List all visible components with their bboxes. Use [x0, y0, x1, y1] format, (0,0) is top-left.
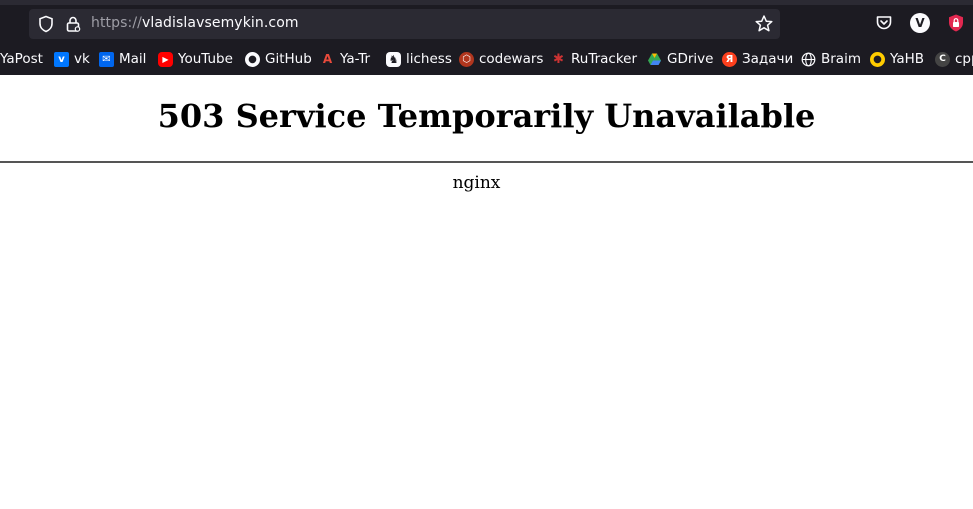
bookmark-vk[interactable]: v vk: [54, 47, 90, 71]
bookmark-label: YaPost: [0, 51, 43, 67]
bookmark-codewars[interactable]: ⬡ codewars: [459, 47, 543, 71]
bookmark-label: Ya-Tr: [340, 51, 371, 67]
bookmark-label: cpp: [955, 51, 973, 67]
divider: [0, 161, 973, 163]
extension-lock-icon[interactable]: [946, 13, 966, 33]
bookmark-label: YaHB: [890, 51, 925, 67]
yahb-icon: ●: [870, 51, 885, 67]
vk-icon: v: [54, 51, 69, 67]
lichess-icon: ♞: [386, 51, 401, 67]
lock-icon[interactable]: [64, 15, 82, 33]
address-bar[interactable]: https://vladislavsemykin.com: [29, 9, 780, 39]
codewars-icon: ⬡: [459, 51, 474, 67]
bookmark-github[interactable]: ● GitHub: [245, 47, 312, 71]
bookmark-mail[interactable]: ✉ Mail: [99, 47, 146, 71]
bookmark-yapost[interactable]: YaPost: [0, 47, 43, 71]
bookmark-rutracker[interactable]: ✱ RuTracker: [551, 47, 637, 71]
bookmark-label: lichess: [406, 51, 452, 67]
bookmark-label: GDrive: [667, 51, 714, 67]
url-text[interactable]: https://vladislavsemykin.com: [91, 15, 299, 31]
tab-strip: [0, 0, 973, 5]
bookmark-gdrive[interactable]: GDrive: [647, 47, 713, 71]
bookmark-label: YouTube: [178, 51, 233, 67]
bookmark-label: GitHub: [265, 51, 312, 67]
bookmark-label: Mail: [119, 51, 147, 67]
bookmark-yahb[interactable]: ● YaHB: [870, 47, 924, 71]
bookmark-cpp[interactable]: C cpp: [935, 47, 973, 71]
yandex-icon: Я: [722, 51, 737, 67]
pocket-icon[interactable]: [874, 13, 894, 33]
shield-icon[interactable]: [37, 15, 55, 33]
profile-avatar[interactable]: V: [910, 13, 930, 33]
bookmark-label: RuTracker: [571, 51, 638, 67]
url-protocol: https://: [91, 15, 142, 31]
gdrive-icon: [647, 52, 662, 67]
bookmarks-bar: YaPost v vk ✉ Mail ▶ YouTube ● GitHub A …: [0, 47, 973, 71]
youtube-icon: ▶: [158, 51, 173, 67]
bookmark-youtube[interactable]: ▶ YouTube: [158, 47, 233, 71]
bookmark-label: vk: [74, 51, 90, 67]
bookmark-zadachi[interactable]: Я Задачи: [722, 47, 793, 71]
translate-icon: A: [322, 51, 333, 66]
url-host: vladislavsemykin.com: [141, 15, 299, 31]
bookmark-ya-tr[interactable]: A Ya-Tr: [320, 47, 370, 71]
github-icon: ●: [245, 51, 260, 67]
bookmark-label: Braim: [821, 51, 861, 67]
page-title: 503 Service Temporarily Unavailable: [157, 97, 816, 135]
bookmark-lichess[interactable]: ♞ lichess: [386, 47, 452, 71]
page-content: 503 Service Temporarily Unavailable ngin…: [0, 75, 973, 509]
bookmark-star-icon[interactable]: [754, 14, 774, 34]
bookmark-label: codewars: [479, 51, 544, 67]
cpp-icon: C: [935, 51, 950, 67]
mail-icon: ✉: [99, 51, 114, 67]
bookmark-label: Задачи: [742, 51, 794, 67]
globe-icon: [801, 52, 816, 67]
bookmark-braim[interactable]: Braim: [801, 47, 861, 71]
rutracker-icon: ✱: [553, 51, 564, 67]
browser-toolbar: https://vladislavsemykin.com V YaPost v …: [0, 0, 973, 75]
server-name: nginx: [452, 173, 501, 193]
